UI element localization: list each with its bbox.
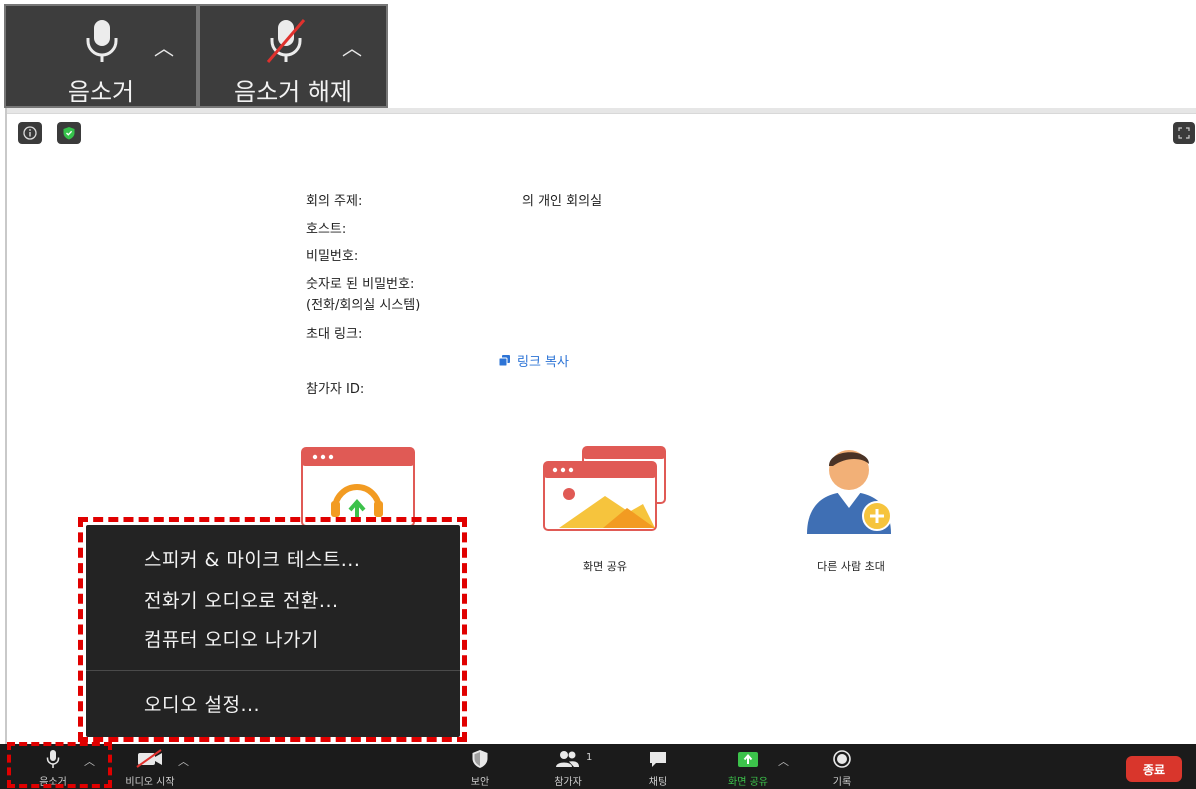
menu-item-speaker-mic-test[interactable]: 스피커 & 마이크 테스트... — [144, 545, 360, 572]
participants-label: 참가자 — [554, 777, 582, 788]
chevron-up-icon[interactable]: ︿ — [154, 32, 174, 61]
unmute-callout[interactable]: ︿ 음소거 해제 — [198, 4, 388, 108]
mute-callout-label: 음소거 — [67, 78, 135, 106]
numeric-password-sub: (전화/회의실 시스템) — [306, 298, 421, 313]
mute-callout[interactable]: ︿ 음소거 — [4, 4, 198, 108]
chat-label: 채팅 — [648, 777, 668, 788]
invite-others-label: 다른 사람 초대 — [817, 560, 885, 573]
password-label: 비밀번호: — [306, 249, 359, 264]
microphone-muted-icon — [266, 19, 306, 63]
share-options-chevron-icon[interactable]: ︿ — [778, 753, 789, 769]
share-screen-arrow-icon — [738, 752, 758, 767]
zoom-screenshot: ︿ 음소거 ︿ 음소거 해제 회의 주제: 의 개인 회의실 호스트: 비밀번호… — [0, 0, 1196, 789]
participants-button[interactable]: 참가자 — [546, 744, 590, 789]
copy-icon — [498, 355, 510, 367]
title-bar — [7, 108, 1196, 114]
share-screen-toolbar-label: 화면 공유 — [728, 777, 768, 788]
shield-icon — [472, 750, 488, 768]
join-audio-icon[interactable] — [301, 447, 415, 527]
encryption-button[interactable] — [57, 122, 81, 144]
copy-link-label: 링크 복사 — [517, 355, 569, 370]
menu-divider — [86, 670, 460, 671]
chat-button[interactable]: 채팅 — [640, 744, 676, 789]
numeric-password-label: 숫자로 된 비밀번호: — [306, 277, 415, 292]
host-label: 호스트: — [306, 222, 347, 237]
topic-value: 의 개인 회의실 — [522, 194, 603, 209]
audio-menu: 스피커 & 마이크 테스트... 전화기 오디오로 전환... 컴퓨터 오디오 … — [86, 525, 460, 737]
shield-check-icon — [63, 127, 75, 140]
security-button[interactable]: 보안 — [462, 744, 498, 789]
participants-count: 1 — [586, 752, 593, 763]
fullscreen-button[interactable] — [1173, 122, 1195, 144]
record-label: 기록 — [832, 777, 852, 788]
menu-item-switch-phone-audio[interactable]: 전화기 오디오로 전환... — [144, 586, 339, 613]
start-video-label: 비디오 시작 — [125, 777, 175, 788]
chevron-up-icon[interactable]: ︿ — [342, 32, 362, 61]
share-screen-icon[interactable] — [543, 446, 667, 532]
participant-id-label: 참가자 ID: — [306, 382, 365, 397]
participants-icon — [556, 751, 579, 767]
start-video-button[interactable]: 비디오 시작 — [118, 744, 182, 789]
menu-item-audio-settings[interactable]: 오디오 설정... — [144, 690, 260, 717]
end-meeting-button[interactable]: 종료 — [1126, 756, 1182, 782]
menu-item-leave-computer-audio[interactable]: 컴퓨터 오디오 나가기 — [144, 625, 319, 652]
chat-icon — [650, 752, 666, 767]
copy-link-button[interactable]: 링크 복사 — [498, 351, 569, 370]
share-screen-label: 화면 공유 — [583, 560, 627, 573]
info-icon — [23, 126, 37, 140]
record-button[interactable]: 기록 — [824, 744, 860, 789]
video-options-chevron-icon[interactable]: ︿ — [178, 753, 189, 769]
invite-link-label: 초대 링크: — [306, 327, 363, 342]
fullscreen-icon — [1178, 127, 1190, 139]
invite-others-icon[interactable] — [803, 440, 899, 536]
mute-button-highlight — [7, 742, 112, 788]
security-label: 보안 — [470, 777, 490, 788]
video-off-icon — [136, 749, 162, 768]
share-screen-button[interactable]: 화면 공유 — [720, 744, 776, 789]
microphone-icon — [86, 20, 118, 62]
unmute-callout-label: 음소거 해제 — [233, 78, 353, 106]
info-button[interactable] — [18, 122, 42, 144]
topic-label: 회의 주제: — [306, 194, 363, 209]
record-icon — [833, 750, 851, 768]
